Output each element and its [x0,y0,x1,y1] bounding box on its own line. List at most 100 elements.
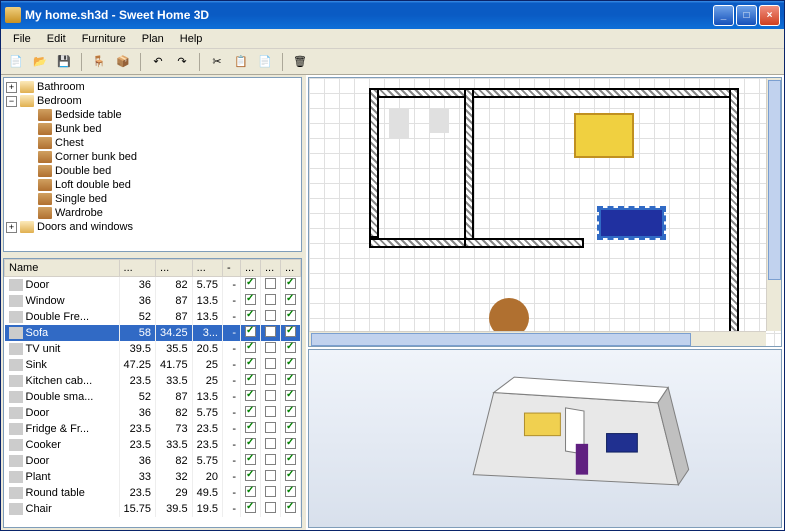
tree-item[interactable]: Corner bunk bed [6,150,299,164]
horizontal-scrollbar[interactable] [309,331,766,346]
wall[interactable] [464,88,474,248]
checkbox[interactable] [285,438,296,449]
furniture-fridge[interactable] [389,108,409,138]
col-v1[interactable]: ... [241,260,261,277]
checkbox[interactable] [285,326,296,337]
checkbox[interactable] [245,278,256,289]
tree-folder-bathroom[interactable]: +Bathroom [6,80,299,94]
wall[interactable] [369,88,379,238]
tree-item[interactable]: Wardrobe [6,206,299,220]
checkbox[interactable] [265,486,276,497]
minimize-button[interactable]: _ [713,5,734,26]
checkbox[interactable] [245,374,256,385]
furniture-sofa-selected[interactable] [599,208,664,238]
col-h[interactable]: ... [192,260,222,277]
checkbox[interactable] [285,294,296,305]
scroll-thumb[interactable] [311,333,691,346]
checkbox[interactable] [245,326,256,337]
menu-plan[interactable]: Plan [134,31,172,47]
checkbox[interactable] [265,502,276,513]
save-button[interactable]: 💾 [53,51,75,73]
tree-item[interactable]: Bedside table [6,108,299,122]
undo-button[interactable]: ↶ [147,51,169,73]
checkbox[interactable] [245,502,256,513]
checkbox[interactable] [285,422,296,433]
table-row[interactable]: Window368713.5- [5,293,301,309]
col-w[interactable]: ... [119,260,156,277]
checkbox[interactable] [285,470,296,481]
checkbox[interactable] [245,422,256,433]
wall[interactable] [369,88,739,98]
checkbox[interactable] [285,454,296,465]
furniture-sink[interactable] [429,108,449,133]
tree-folder-bedroom[interactable]: −Bedroom [6,94,299,108]
tree-folder-doors[interactable]: +Doors and windows [6,220,299,234]
checkbox[interactable] [245,470,256,481]
col-x[interactable]: - [223,260,241,277]
checkbox[interactable] [265,438,276,449]
checkbox[interactable] [265,470,276,481]
wall[interactable] [369,238,479,248]
checkbox[interactable] [265,390,276,401]
checkbox[interactable] [265,358,276,369]
table-row[interactable]: Door36825.75- [5,277,301,294]
table-row[interactable]: Sink47.2541.7525- [5,357,301,373]
checkbox[interactable] [285,358,296,369]
import-button[interactable]: 📦 [112,51,134,73]
collapse-icon[interactable]: − [6,96,17,107]
table-row[interactable]: Door36825.75- [5,405,301,421]
wall[interactable] [729,88,739,347]
new-button[interactable]: 📄 [5,51,27,73]
checkbox[interactable] [265,278,276,289]
checkbox[interactable] [245,438,256,449]
table-row[interactable]: Double sma...528713.5- [5,389,301,405]
col-v3[interactable]: ... [281,260,301,277]
table-row[interactable]: TV unit39.535.520.5- [5,341,301,357]
menu-edit[interactable]: Edit [39,31,74,47]
checkbox[interactable] [285,310,296,321]
tree-item[interactable]: Bunk bed [6,122,299,136]
checkbox[interactable] [265,326,276,337]
furniture-tree[interactable]: +Bathroom −Bedroom Bedside table Bunk be… [3,77,302,252]
col-d[interactable]: ... [156,260,193,277]
table-row[interactable]: Cooker23.533.523.5- [5,437,301,453]
table-row[interactable]: Door36825.75- [5,453,301,469]
cut-button[interactable]: ✂ [206,51,228,73]
checkbox[interactable] [245,454,256,465]
checkbox[interactable] [245,294,256,305]
close-button[interactable]: × [759,5,780,26]
copy-button[interactable]: 📋 [230,51,252,73]
expand-icon[interactable]: + [6,82,17,93]
titlebar[interactable]: My home.sh3d - Sweet Home 3D _ □ × [1,1,784,29]
checkbox[interactable] [285,390,296,401]
checkbox[interactable] [285,342,296,353]
furniture-bed[interactable] [574,113,634,158]
delete-button[interactable]: 🗑 [289,51,311,73]
furniture-table[interactable]: Name ... ... ... - ... ... ... Door36825… [3,258,302,528]
checkbox[interactable] [285,486,296,497]
checkbox[interactable] [285,406,296,417]
wall[interactable] [464,238,584,248]
col-name[interactable]: Name [5,260,120,277]
checkbox[interactable] [245,342,256,353]
table-row[interactable]: Fridge & Fr...23.57323.5- [5,421,301,437]
checkbox[interactable] [265,406,276,417]
checkbox[interactable] [245,486,256,497]
menu-file[interactable]: File [5,31,39,47]
redo-button[interactable]: ↷ [171,51,193,73]
plan-view-2d[interactable] [308,77,782,347]
col-v2[interactable]: ... [261,260,281,277]
checkbox[interactable] [245,358,256,369]
menu-help[interactable]: Help [172,31,211,47]
checkbox[interactable] [245,406,256,417]
paste-button[interactable]: 📄 [254,51,276,73]
open-button[interactable]: 📂 [29,51,51,73]
checkbox[interactable] [285,278,296,289]
tree-item[interactable]: Single bed [6,192,299,206]
checkbox[interactable] [265,294,276,305]
table-row[interactable]: Chair15.7539.519.5- [5,501,301,517]
checkbox[interactable] [285,502,296,513]
maximize-button[interactable]: □ [736,5,757,26]
table-row[interactable]: Kitchen cab...23.533.525- [5,373,301,389]
checkbox[interactable] [265,342,276,353]
